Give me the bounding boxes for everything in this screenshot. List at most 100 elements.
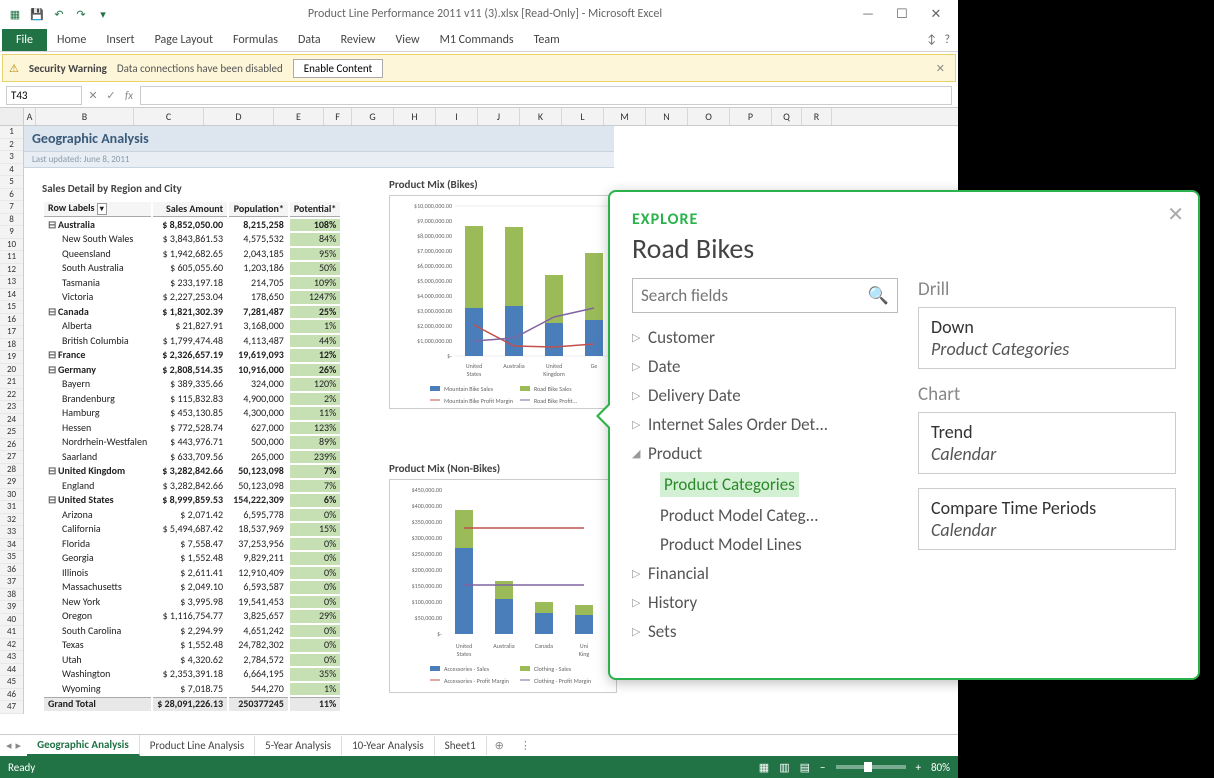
chart-product-mix-nonbikes[interactable]: Product Mix (Non-Bikes) $450,000.00$400,…	[389, 462, 617, 693]
qat-dropdown-icon[interactable]: ▾	[94, 5, 112, 23]
row-header[interactable]: 38	[0, 589, 23, 602]
row-header[interactable]: 35	[0, 551, 23, 564]
row-header[interactable]: 4	[0, 164, 23, 177]
drill-down-action[interactable]: Down Product Categories	[918, 307, 1176, 369]
tab-home[interactable]: Home	[47, 29, 96, 51]
chart-trend-action[interactable]: Trend Calendar	[918, 412, 1176, 474]
sheet-tab-geographic[interactable]: Geographic Analysis	[27, 735, 140, 756]
tab-review[interactable]: Review	[331, 29, 386, 51]
row-header[interactable]: 32	[0, 514, 23, 527]
tab-m1-commands[interactable]: M1 Commands	[430, 29, 524, 51]
row-header[interactable]: 33	[0, 526, 23, 539]
undo-icon[interactable]: ↶	[50, 5, 68, 23]
field-tree-item[interactable]: ◢Product	[632, 439, 898, 468]
chart-product-mix-bikes[interactable]: Product Mix (Bikes) $10,000,000.00$9,000…	[389, 178, 617, 409]
tab-page-layout[interactable]: Page Layout	[145, 29, 223, 51]
row-header[interactable]: 6	[0, 189, 23, 202]
view-pagebreak-icon[interactable]: ▤	[800, 761, 810, 774]
col-header[interactable]: O	[688, 108, 730, 125]
row-header[interactable]: 5	[0, 176, 23, 189]
view-normal-icon[interactable]: ▦	[759, 761, 769, 774]
col-header[interactable]: P	[730, 108, 772, 125]
row-header[interactable]: 28	[0, 464, 23, 477]
view-layout-icon[interactable]: ▥	[779, 761, 789, 774]
row-header[interactable]: 18	[0, 339, 23, 352]
fx-icon[interactable]: fx	[122, 89, 136, 102]
field-tree-child[interactable]: Product Model Categ...	[632, 501, 898, 530]
col-header[interactable]: N	[646, 108, 688, 125]
col-header[interactable]: D	[204, 108, 274, 125]
col-header[interactable]: Q	[772, 108, 802, 125]
row-header[interactable]: 29	[0, 476, 23, 489]
row-header[interactable]: 41	[0, 626, 23, 639]
row-header[interactable]: 45	[0, 676, 23, 689]
col-header[interactable]: H	[394, 108, 436, 125]
minimize-button[interactable]: —	[858, 4, 878, 24]
row-header[interactable]: 16	[0, 314, 23, 327]
tab-view[interactable]: View	[386, 29, 430, 51]
sheet-tab-productline[interactable]: Product Line Analysis	[140, 736, 255, 755]
ribbon-collapse-icon[interactable]: ↕	[927, 33, 936, 47]
row-header[interactable]: 12	[0, 264, 23, 277]
row-header[interactable]: 10	[0, 239, 23, 252]
row-header[interactable]: 8	[0, 214, 23, 227]
enter-formula-icon[interactable]: ✓	[104, 89, 118, 102]
row-header[interactable]: 20	[0, 364, 23, 377]
row-header[interactable]: 1	[0, 126, 23, 139]
row-header[interactable]: 44	[0, 664, 23, 677]
row-header[interactable]: 42	[0, 639, 23, 652]
security-close-icon[interactable]: ✕	[932, 62, 949, 75]
tab-insert[interactable]: Insert	[96, 29, 144, 51]
explore-close-icon[interactable]: ✕	[1167, 202, 1184, 227]
formula-input[interactable]	[140, 86, 952, 105]
field-tree-child[interactable]: Product Model Lines	[632, 530, 898, 559]
row-header[interactable]: 3	[0, 151, 23, 164]
col-header[interactable]: K	[520, 108, 562, 125]
search-input[interactable]	[641, 285, 868, 306]
row-header[interactable]: 31	[0, 501, 23, 514]
tab-menu-icon[interactable]: ⋮	[512, 736, 539, 755]
col-header[interactable]: F	[324, 108, 352, 125]
row-header[interactable]: 15	[0, 301, 23, 314]
zoom-value[interactable]: 80%	[931, 761, 950, 774]
sheet-tab-sheet1[interactable]: Sheet1	[435, 736, 487, 755]
add-sheet-icon[interactable]: ⊕	[487, 736, 512, 755]
col-header[interactable]: I	[436, 108, 478, 125]
save-icon[interactable]: 💾	[28, 5, 46, 23]
row-header[interactable]: 47	[0, 701, 23, 714]
field-tree-item[interactable]: ▷Sets	[632, 617, 898, 646]
enable-content-button[interactable]: Enable Content	[293, 59, 383, 78]
row-header[interactable]: 40	[0, 614, 23, 627]
col-header[interactable]: B	[36, 108, 134, 125]
row-header[interactable]: 24	[0, 414, 23, 427]
search-fields-box[interactable]: 🔍	[632, 278, 898, 313]
row-header[interactable]: 43	[0, 651, 23, 664]
row-header[interactable]: 46	[0, 689, 23, 702]
col-header[interactable]: G	[352, 108, 394, 125]
row-header[interactable]: 27	[0, 451, 23, 464]
row-header[interactable]: 37	[0, 576, 23, 589]
row-header[interactable]: 36	[0, 564, 23, 577]
field-tree-item[interactable]: ▷Customer	[632, 323, 898, 352]
redo-icon[interactable]: ↷	[72, 5, 90, 23]
row-header[interactable]: 2	[0, 139, 23, 152]
row-header[interactable]: 25	[0, 426, 23, 439]
row-header[interactable]: 9	[0, 226, 23, 239]
close-button[interactable]: ✕	[926, 4, 946, 24]
select-all-corner[interactable]	[0, 108, 24, 125]
file-tab[interactable]: File	[2, 29, 47, 51]
field-tree-child[interactable]: Product Categories	[632, 468, 898, 501]
field-tree-item[interactable]: ▷History	[632, 588, 898, 617]
maximize-button[interactable]: ☐	[892, 4, 912, 24]
row-header[interactable]: 17	[0, 326, 23, 339]
compare-periods-action[interactable]: Compare Time Periods Calendar	[918, 488, 1176, 550]
row-header[interactable]: 7	[0, 201, 23, 214]
name-box[interactable]	[6, 86, 82, 105]
zoom-in-icon[interactable]: +	[916, 761, 921, 774]
cancel-formula-icon[interactable]: ✕	[86, 89, 100, 102]
zoom-out-icon[interactable]: −	[820, 761, 825, 774]
col-header[interactable]: R	[802, 108, 832, 125]
row-header[interactable]: 23	[0, 401, 23, 414]
row-header[interactable]: 11	[0, 251, 23, 264]
col-header[interactable]: C	[134, 108, 204, 125]
